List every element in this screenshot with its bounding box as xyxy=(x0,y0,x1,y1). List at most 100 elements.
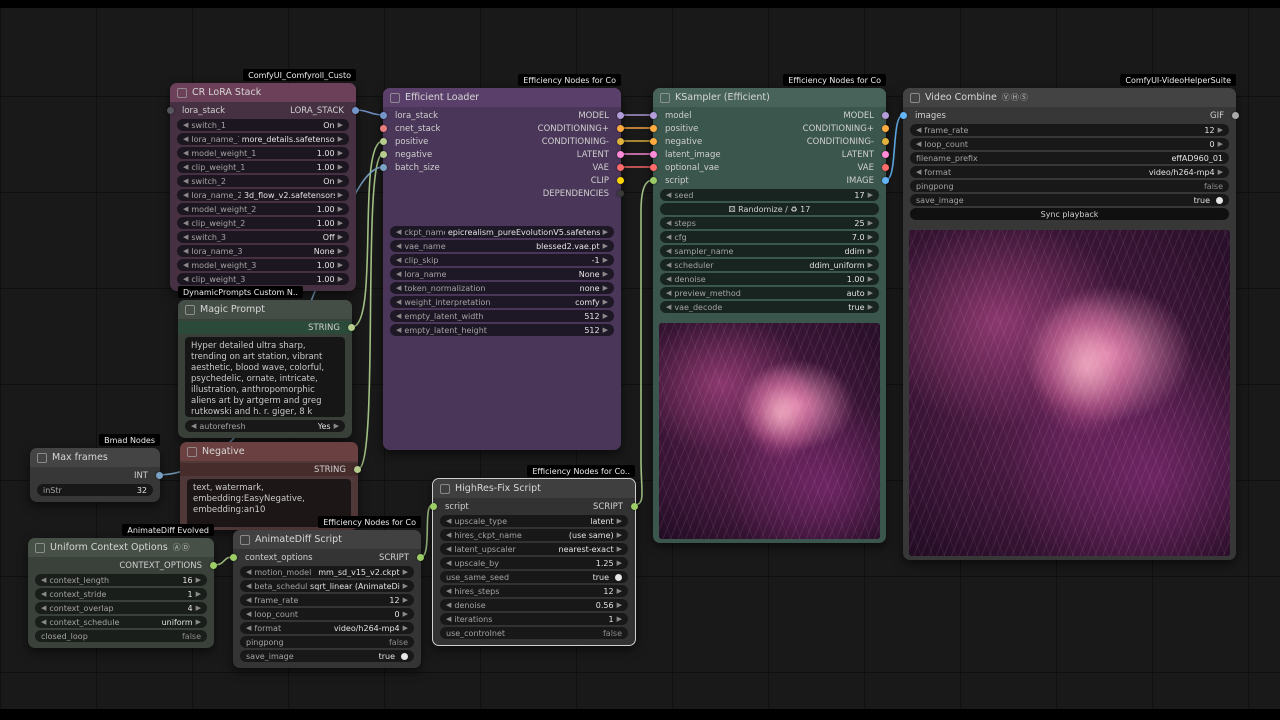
decrement-icon[interactable] xyxy=(666,276,671,283)
widget-row[interactable]: scheduler ddim_uniform xyxy=(660,259,879,271)
decrement-icon[interactable] xyxy=(666,248,671,255)
output-port[interactable] xyxy=(210,562,217,569)
increment-icon[interactable] xyxy=(338,122,343,129)
decrement-icon[interactable] xyxy=(246,569,251,576)
decrement-icon[interactable] xyxy=(246,625,251,632)
collapse-icon[interactable] xyxy=(390,93,400,103)
node-highres-fix-script[interactable]: Efficiency Nodes for Co.. HighRes-Fix Sc… xyxy=(432,478,636,646)
widget-row[interactable]: clip_weight_1 1.00 xyxy=(177,161,349,173)
widget-row[interactable]: motion_model mm_sd_v15_v2.ckpt xyxy=(240,566,414,578)
node-header[interactable]: Max frames xyxy=(30,448,160,467)
decrement-icon[interactable] xyxy=(183,276,188,283)
widget-row[interactable]: inStr 32 xyxy=(37,484,153,496)
increment-icon[interactable] xyxy=(338,220,343,227)
widget-row[interactable]: weight_interpretation comfy xyxy=(390,296,614,308)
node-header[interactable]: CR LoRA Stack xyxy=(170,83,356,102)
decrement-icon[interactable] xyxy=(396,229,401,236)
increment-icon[interactable] xyxy=(338,150,343,157)
widget-row[interactable]: switch_1 On xyxy=(177,119,349,131)
decrement-icon[interactable] xyxy=(246,597,251,604)
increment-icon[interactable] xyxy=(617,560,622,567)
increment-icon[interactable] xyxy=(603,313,608,320)
input-port[interactable] xyxy=(650,112,657,119)
decrement-icon[interactable] xyxy=(666,234,671,241)
node-magic-prompt[interactable]: DynamicPrompts Custom N.. Magic Prompt S… xyxy=(178,300,352,438)
widget-row[interactable]: closed_loop false xyxy=(35,630,207,642)
widget-row[interactable]: lora_name_1 more_details.safetensors xyxy=(177,133,349,145)
decrement-icon[interactable] xyxy=(916,169,921,176)
increment-icon[interactable] xyxy=(868,304,873,311)
widget-row[interactable]: Sync playback xyxy=(910,208,1229,220)
widget-row[interactable]: filename_prefix effAD960_01 xyxy=(910,152,1229,164)
widget-row[interactable]: upscale_by 1.25 xyxy=(440,557,628,569)
widget-row[interactable]: empty_latent_width 512 xyxy=(390,310,614,322)
decrement-icon[interactable] xyxy=(446,546,451,553)
increment-icon[interactable] xyxy=(603,327,608,334)
decrement-icon[interactable] xyxy=(183,234,188,241)
widget-row[interactable]: cfg 7.0 xyxy=(660,231,879,243)
decrement-icon[interactable] xyxy=(396,257,401,264)
decrement-icon[interactable] xyxy=(446,588,451,595)
widget-row[interactable]: frame_rate 12 xyxy=(240,594,414,606)
increment-icon[interactable] xyxy=(603,299,608,306)
output-port[interactable] xyxy=(617,151,624,158)
increment-icon[interactable] xyxy=(338,248,343,255)
output-port[interactable] xyxy=(631,503,638,510)
increment-icon[interactable] xyxy=(338,164,343,171)
node-header[interactable]: Video Combine ⓋⒽⓈ xyxy=(903,88,1236,107)
increment-icon[interactable] xyxy=(403,583,408,590)
increment-icon[interactable] xyxy=(338,276,343,283)
increment-icon[interactable] xyxy=(603,243,608,250)
collapse-icon[interactable] xyxy=(177,88,187,98)
widget-row[interactable]: clip_skip -1 xyxy=(390,254,614,266)
decrement-icon[interactable] xyxy=(246,611,251,618)
increment-icon[interactable] xyxy=(403,597,408,604)
decrement-icon[interactable] xyxy=(396,271,401,278)
widget-row[interactable]: autorefresh Yes xyxy=(185,420,345,432)
input-port[interactable] xyxy=(380,138,387,145)
widget-row[interactable]: context_stride 1 xyxy=(35,588,207,600)
decrement-icon[interactable] xyxy=(41,577,46,584)
output-port[interactable] xyxy=(882,138,889,145)
collapse-icon[interactable] xyxy=(660,93,670,103)
increment-icon[interactable] xyxy=(338,178,343,185)
output-port[interactable] xyxy=(352,107,359,114)
increment-icon[interactable] xyxy=(1218,141,1223,148)
decrement-icon[interactable] xyxy=(191,423,196,430)
collapse-icon[interactable] xyxy=(440,484,450,494)
decrement-icon[interactable] xyxy=(183,178,188,185)
output-port[interactable] xyxy=(617,125,624,132)
decrement-icon[interactable] xyxy=(666,192,671,199)
widget-row[interactable]: seed 17 xyxy=(660,189,879,201)
input-port[interactable] xyxy=(650,151,657,158)
widget-row[interactable]: clip_weight_2 1.00 xyxy=(177,217,349,229)
decrement-icon[interactable] xyxy=(41,591,46,598)
increment-icon[interactable] xyxy=(617,616,622,623)
output-port[interactable] xyxy=(1232,112,1239,119)
output-port[interactable] xyxy=(882,125,889,132)
increment-icon[interactable] xyxy=(603,285,608,292)
widget-row[interactable]: model_weight_2 1.00 xyxy=(177,203,349,215)
widget-row[interactable]: lora_name_3 None xyxy=(177,245,349,257)
increment-icon[interactable] xyxy=(334,423,339,430)
input-port[interactable] xyxy=(650,125,657,132)
increment-icon[interactable] xyxy=(617,588,622,595)
widget-row[interactable]: loop_count 0 xyxy=(910,138,1229,150)
widget-row[interactable]: frame_rate 12 xyxy=(910,124,1229,136)
increment-icon[interactable] xyxy=(196,577,201,584)
widget-row[interactable]: vae_decode true xyxy=(660,301,879,313)
increment-icon[interactable] xyxy=(338,234,343,241)
increment-icon[interactable] xyxy=(1218,127,1223,134)
decrement-icon[interactable] xyxy=(246,583,251,590)
output-port[interactable] xyxy=(354,466,361,473)
increment-icon[interactable] xyxy=(617,546,622,553)
increment-icon[interactable] xyxy=(338,192,343,199)
decrement-icon[interactable] xyxy=(916,141,921,148)
increment-icon[interactable] xyxy=(338,136,343,143)
decrement-icon[interactable] xyxy=(183,122,188,129)
widget-row[interactable]: context_length 16 xyxy=(35,574,207,586)
increment-icon[interactable] xyxy=(196,605,201,612)
output-port[interactable] xyxy=(882,151,889,158)
widget-row[interactable]: context_schedule uniform xyxy=(35,616,207,628)
increment-icon[interactable] xyxy=(403,569,408,576)
